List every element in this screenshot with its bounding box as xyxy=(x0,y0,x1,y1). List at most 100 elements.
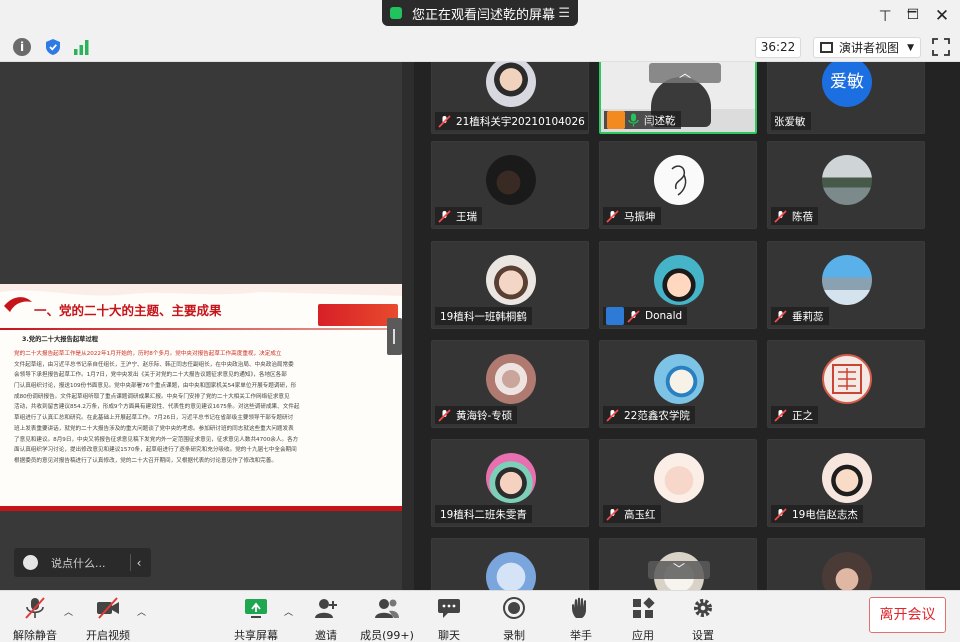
gear-icon xyxy=(694,599,712,617)
panel-splitter[interactable] xyxy=(402,62,414,590)
participant-nameplate: 张爱敏 xyxy=(771,112,811,130)
record-label: 录制 xyxy=(503,629,525,642)
participant-nameplate: 高玉红 xyxy=(603,505,661,523)
invite-button[interactable]: 邀请 xyxy=(306,597,346,642)
slide-subtitle: 3.党的二十大报告起草过程 xyxy=(22,336,99,343)
chevron-left-icon[interactable]: ‹ xyxy=(131,556,147,570)
slide-line: 门认真组织讨论，报送109份书面意见。党中央部署76个重点课题，由中央和国家机关… xyxy=(14,383,297,390)
mic-muted-icon xyxy=(438,408,451,422)
raise-hand-button[interactable]: 举手 xyxy=(567,597,595,642)
participant-name: 高玉红 xyxy=(624,508,656,521)
close-icon[interactable]: ✕ xyxy=(932,6,952,26)
slide-line: 班上发表重要讲话，就党的二十大报告涉及的重大问题谈了党中央的考虑。参加研讨班的同… xyxy=(14,425,294,432)
participant-avatar xyxy=(654,354,704,404)
slide-line: 党的二十大报告起草工作是从2022年1月开始的，历时8个多月。党中央对报告起草工… xyxy=(14,351,282,357)
participant-nameplate: 闫述乾 xyxy=(604,111,681,129)
fullscreen-icon[interactable] xyxy=(932,38,950,56)
participant-tile[interactable]: 马振坤 xyxy=(599,141,757,229)
participant-name: 垂莉蕊 xyxy=(792,310,824,323)
slide-line: 文件起草组，由习近平总书记亲自任组长，王沪宁、赵乐际、韩正同志任副组长，在中央政… xyxy=(14,361,294,368)
participant-tile[interactable]: 高玉红 xyxy=(599,439,757,527)
share-indicator-icon xyxy=(390,7,402,19)
sketch-avatar-icon xyxy=(671,165,687,196)
participant-tile[interactable]: 黄海铃-专硕 xyxy=(431,340,589,428)
mic-muted-icon xyxy=(774,309,787,323)
speaker-view-dropdown[interactable]: 演讲者视图 ▼ xyxy=(813,37,921,58)
apps-label: 应用 xyxy=(632,629,654,642)
settings-button[interactable]: 设置 xyxy=(689,597,717,642)
participant-nameplate: 22范鑫农学院 xyxy=(603,406,695,424)
participant-name: 张爱敏 xyxy=(774,115,806,128)
participant-tile[interactable]: 19植科一班韩桐鹤 xyxy=(431,241,589,329)
participant-tile[interactable]: 陈蓓 xyxy=(767,141,925,229)
unmute-button[interactable]: 解除静音 xyxy=(12,597,58,642)
audio-options-caret-icon[interactable]: ︿ xyxy=(64,605,73,618)
participant-name: Donald xyxy=(645,310,683,322)
share-screen-button[interactable]: 共享屏幕 xyxy=(232,597,280,642)
collapse-panel-handle[interactable] xyxy=(387,318,402,355)
shield-icon[interactable] xyxy=(44,38,62,56)
menu-icon[interactable]: ☰ xyxy=(558,6,570,21)
record-icon xyxy=(503,597,525,619)
apps-icon xyxy=(633,597,655,618)
network-signal-icon[interactable] xyxy=(73,38,91,56)
screen-share-banner[interactable]: 您正在观看闫述乾的屏幕 ☰ xyxy=(382,0,578,26)
record-button[interactable]: 录制 xyxy=(500,597,528,642)
participant-nameplate: Donald xyxy=(603,307,688,325)
share-options-caret-icon[interactable]: ︿ xyxy=(284,605,293,618)
slide-divider xyxy=(0,328,402,330)
start-video-label: 开启视频 xyxy=(86,629,130,642)
info-icon[interactable]: i xyxy=(13,38,31,56)
participant-tile[interactable]: 22范鑫农学院 xyxy=(599,340,757,428)
chat-input[interactable]: 说点什么... ‹ xyxy=(14,548,151,577)
slide-line: 成80份调研报告。文件起草组听取了重点课题调研成果汇报。中央专门安排了党的二十大… xyxy=(14,393,290,400)
chat-button[interactable]: 聊天 xyxy=(435,597,463,642)
meeting-window: 您正在观看闫述乾的屏幕 ☰ ⊤ – ☐ ✕ i 36:22 演讲者视图 ▼ 一、… xyxy=(0,0,960,642)
slide-title: 一、党的二十大的主题、主要成果 xyxy=(34,303,222,318)
participant-avatar xyxy=(654,453,704,503)
participant-avatar xyxy=(486,62,536,107)
participant-avatar xyxy=(654,155,704,205)
participant-tile[interactable]: 21植科关宇20210104026 xyxy=(431,62,589,134)
apps-button[interactable]: 应用 xyxy=(629,597,657,642)
chevron-up-icon[interactable]: ︿ xyxy=(649,63,721,83)
participant-avatar xyxy=(486,255,536,305)
emoji-icon[interactable] xyxy=(23,555,38,570)
participant-name: 19植科一班韩桐鹤 xyxy=(440,310,527,323)
mic-muted-icon xyxy=(774,507,787,521)
meeting-toolbar: 解除静音 ︿ 开启视频 ︿ 共享屏幕 ︿ 邀请 成员(99+) 聊天 录制 举手… xyxy=(0,590,960,642)
participant-tile[interactable]: 王瑞 xyxy=(431,141,589,229)
participant-tile[interactable]: 19植科二班朱雯青 xyxy=(431,439,589,527)
host-badge-icon xyxy=(607,111,625,129)
participant-avatar xyxy=(486,354,536,404)
slide-line: 会领导下承担报告起草工作。1月7日，党中央发出《关于对党的二十大报告议题征求意见… xyxy=(14,372,287,379)
mic-muted-icon xyxy=(606,408,619,422)
participant-tile-active-speaker[interactable]: ︿ 闫述乾 xyxy=(599,62,757,134)
participant-tile[interactable] xyxy=(431,538,589,590)
participant-avatar xyxy=(486,552,536,590)
maximize-icon[interactable]: ☐ xyxy=(903,5,923,25)
participant-name: 马振坤 xyxy=(624,210,656,223)
participant-tile[interactable]: ﹀ xyxy=(599,538,757,590)
presentation-slide: 一、党的二十大的主题、主要成果 3.党的二十大报告起草过程 党的二十大报告起草工… xyxy=(0,284,402,511)
share-banner-text: 您正在观看闫述乾的屏幕 xyxy=(412,7,556,23)
chevron-down-icon[interactable]: ﹀ xyxy=(648,561,710,579)
start-video-button[interactable]: 开启视频 xyxy=(84,597,132,642)
mic-muted-icon xyxy=(25,597,45,619)
participant-avatar xyxy=(654,255,704,305)
participant-tile[interactable]: 爱敏 张爱敏 xyxy=(767,62,925,134)
leave-meeting-button[interactable]: 离开会议 xyxy=(869,597,946,633)
participant-name: 21植科关宇20210104026 xyxy=(456,115,585,128)
video-options-caret-icon[interactable]: ︿ xyxy=(137,605,146,618)
participant-tile[interactable]: 正之 xyxy=(767,340,925,428)
members-label: 成员(99+) xyxy=(360,629,414,642)
participant-tile[interactable]: Donald xyxy=(599,241,757,329)
participant-avatar xyxy=(822,354,872,404)
participant-tile[interactable]: 19电信赵志杰 xyxy=(767,439,925,527)
title-bar: 您正在观看闫述乾的屏幕 ☰ ⊤ – ☐ ✕ xyxy=(0,0,960,33)
participant-tile[interactable] xyxy=(767,538,925,590)
participant-tile[interactable]: 垂莉蕊 xyxy=(767,241,925,329)
pin-icon[interactable]: ⊤ xyxy=(875,6,895,26)
participant-nameplate: 19植科二班朱雯青 xyxy=(435,505,532,523)
members-button[interactable]: 成员(99+) xyxy=(358,597,416,642)
